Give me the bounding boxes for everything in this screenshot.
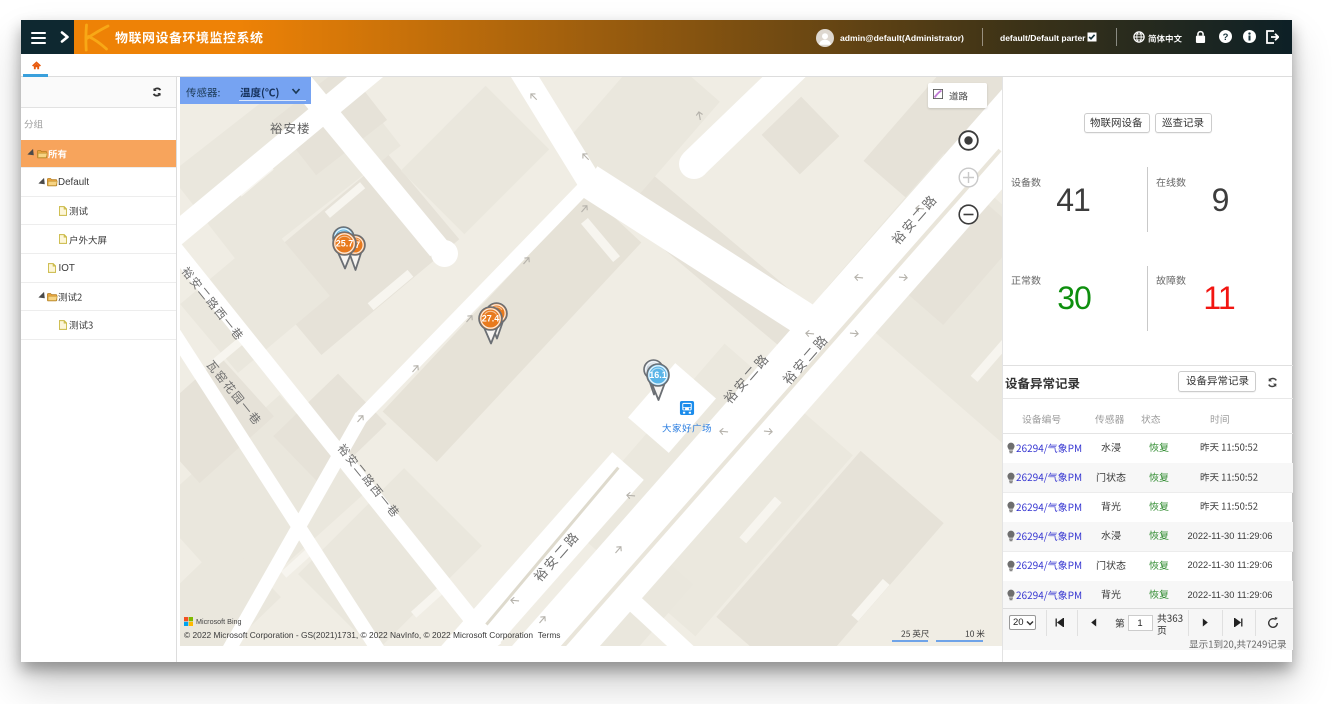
svg-text:25.7: 25.7: [335, 239, 353, 249]
svg-text:27.4: 27.4: [481, 313, 499, 323]
svg-text:16.1: 16.1: [649, 370, 667, 380]
svg-text:?: ?: [1223, 32, 1229, 43]
